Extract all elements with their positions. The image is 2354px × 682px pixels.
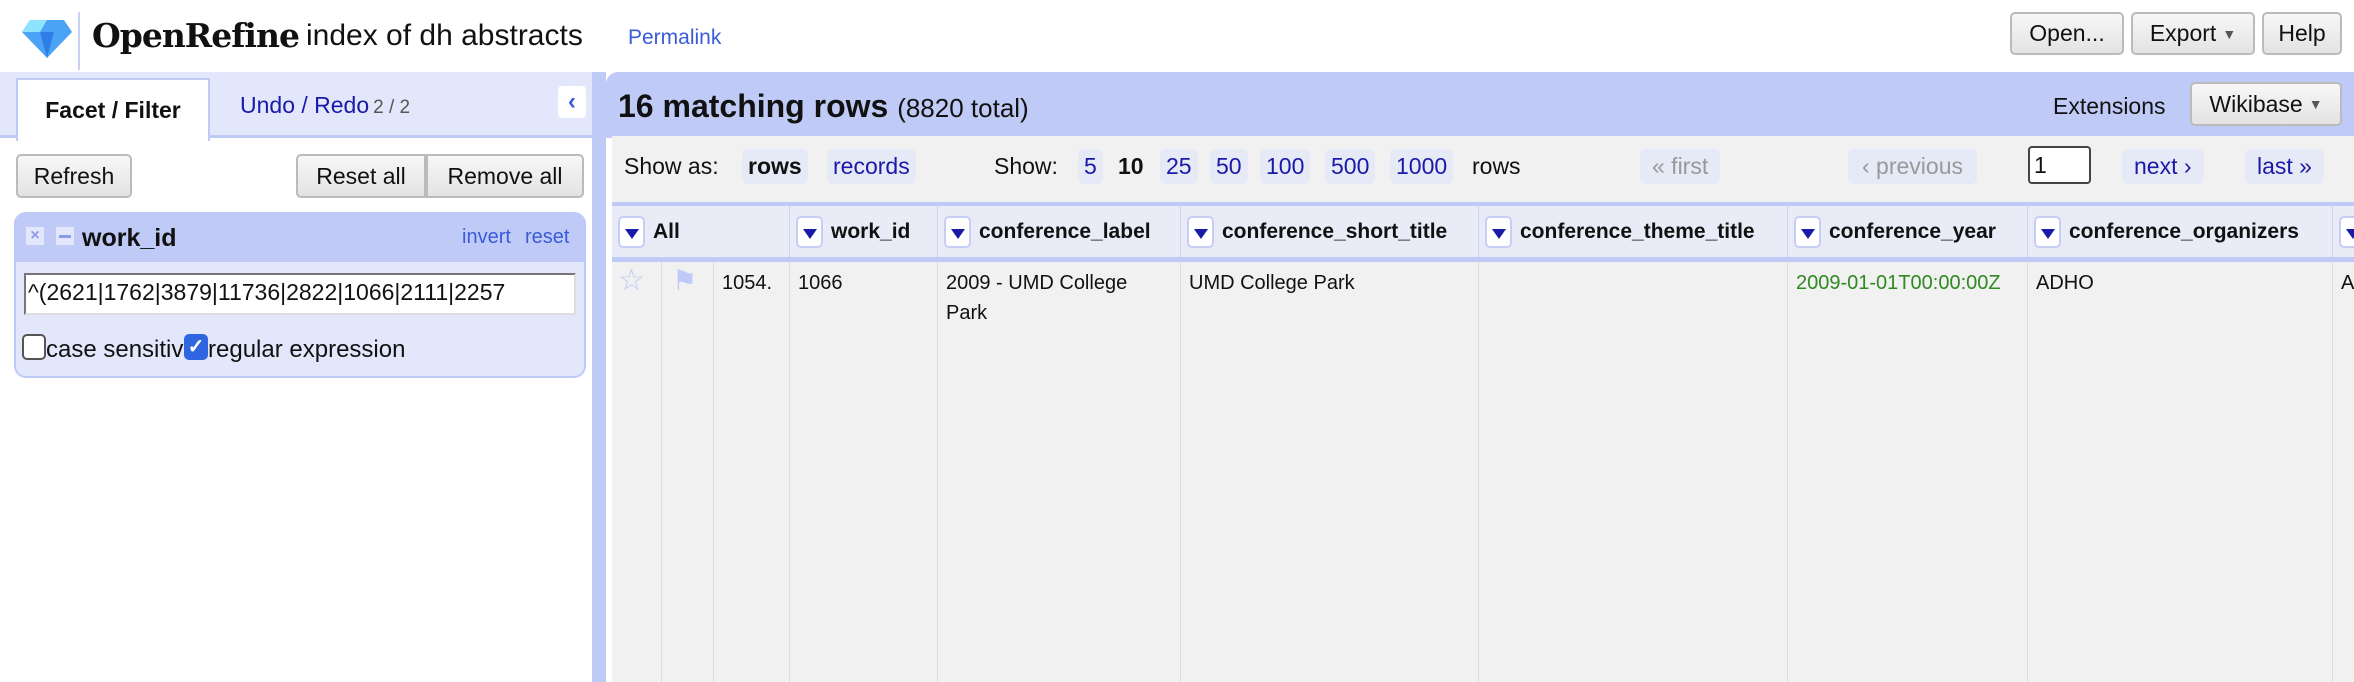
star-icon[interactable]: ☆ (612, 262, 662, 682)
case-sensitive-label: case sensitive (46, 336, 197, 363)
last-page-button[interactable]: last » (2245, 149, 2324, 184)
column-label: conference_year (1829, 219, 1996, 243)
page-size-1000[interactable]: 1000 (1390, 149, 1454, 184)
caret-down-icon: ▼ (2222, 25, 2237, 42)
export-label: Export (2149, 20, 2217, 46)
remove-all-button[interactable]: Remove all (426, 154, 584, 198)
open-label: Open... (2029, 20, 2105, 46)
show-as-rows[interactable]: rows (742, 149, 808, 184)
column-menu-dropdown-icon[interactable] (618, 215, 645, 248)
flag-icon[interactable]: ⚑ (662, 262, 714, 682)
minimize-icon[interactable] (56, 227, 74, 245)
rows-label: rows (1472, 153, 1521, 179)
remove-all-label: Remove all (447, 162, 563, 189)
cell-conference-label[interactable]: 2009 - UMD College Park (938, 262, 1181, 682)
column-menu-dropdown-icon[interactable] (796, 215, 823, 248)
facet-reset-link[interactable]: reset (525, 226, 569, 249)
column-header-conference-short-title[interactable]: conference_short_title (1181, 206, 1479, 257)
column-header-conference-label[interactable]: conference_label (938, 206, 1181, 257)
reset-all-label: Reset all (316, 162, 406, 189)
page-size-100[interactable]: 100 (1260, 149, 1311, 184)
cell-conference-year[interactable]: 2009-01-01T00:00:00Z (1788, 262, 2028, 682)
help-button[interactable]: Help (2262, 12, 2342, 55)
regular-expression-checkbox[interactable]: ✓ (184, 334, 208, 360)
column-header-conference-theme-title[interactable]: conference_theme_title (1479, 206, 1788, 257)
column-menu-dropdown-icon[interactable] (2339, 215, 2354, 248)
column-menu-dropdown-icon[interactable] (1794, 215, 1821, 248)
show-as-label: Show as: (624, 153, 719, 179)
case-sensitive-checkbox[interactable] (22, 334, 46, 360)
column-header-conference-organizers[interactable]: conference_organizers (2028, 206, 2333, 257)
panel-divider (598, 72, 606, 682)
undo-redo-label: Undo / Redo (240, 92, 370, 118)
regular-expression-label: regular expression (208, 336, 406, 363)
total-rows: (8820 total) (897, 93, 1029, 123)
column-label: conference_organizers (2069, 219, 2299, 243)
refresh-button[interactable]: Refresh (16, 154, 132, 198)
facet-title: work_id (82, 224, 177, 252)
column-menu-dropdown-icon[interactable] (944, 215, 971, 248)
row-number: 1054. (714, 262, 790, 682)
page-size-25[interactable]: 25 (1160, 149, 1198, 184)
column-header-next[interactable] (2333, 206, 2354, 257)
close-icon[interactable]: × (26, 227, 44, 245)
first-page-button[interactable]: « first (1640, 149, 1721, 184)
page-size-10[interactable]: 10 (1112, 149, 1150, 184)
column-header-work-id[interactable]: work_id (790, 206, 938, 257)
show-label: Show: (994, 153, 1058, 179)
wikibase-menu-button[interactable]: Wikibase ▼ (2190, 82, 2342, 126)
column-header-conference-year[interactable]: conference_year (1788, 206, 2028, 257)
column-label: conference_short_title (1222, 219, 1448, 243)
cell-conference-short-title[interactable]: UMD College Park (1181, 262, 1479, 682)
column-menu-dropdown-icon[interactable] (2034, 215, 2061, 248)
caret-down-icon: ▼ (2308, 96, 2323, 112)
open-button[interactable]: Open... (2010, 12, 2124, 55)
column-label: work_id (831, 219, 911, 243)
tab-undo-redo[interactable]: Undo / Redo 2 / 2 (240, 92, 410, 119)
column-menu-dropdown-icon[interactable] (1187, 215, 1214, 248)
wikibase-label: Wikibase (2209, 90, 2303, 117)
extensions-label: Extensions (2053, 93, 2166, 119)
cell-work-id[interactable]: 1066 (790, 262, 938, 682)
next-page-button[interactable]: next › (2122, 149, 2204, 184)
reset-all-button[interactable]: Reset all (296, 154, 426, 198)
cell-next-column[interactable]: A (2333, 262, 2354, 682)
previous-page-button[interactable]: ‹ previous (1848, 149, 1977, 184)
filter-text-input[interactable]: ^(2621|1762|3879|11736|2822|1066|2111|22… (24, 273, 576, 315)
export-button[interactable]: Export ▼ (2131, 12, 2255, 55)
cell-conference-theme-title[interactable] (1479, 262, 1788, 682)
row-summary: 16 matching rows (8820 total) (618, 88, 1029, 125)
page-size-5[interactable]: 5 (1078, 149, 1103, 184)
page-size-50[interactable]: 50 (1210, 149, 1248, 184)
page-number-input[interactable]: 1 (2028, 146, 2091, 184)
cell-conference-organizers[interactable]: ADHO (2028, 262, 2333, 682)
column-label: All (653, 219, 680, 243)
help-label: Help (2278, 20, 2326, 46)
refresh-label: Refresh (33, 162, 115, 189)
app-name: OpenRefine (92, 16, 300, 55)
column-label: conference_theme_title (1520, 219, 1755, 243)
column-label: conference_label (979, 219, 1151, 243)
column-header-all[interactable]: All (612, 206, 790, 257)
column-menu-dropdown-icon[interactable] (1485, 215, 1512, 248)
project-name[interactable]: index of dh abstracts (306, 19, 583, 53)
facet-invert-link[interactable]: invert (462, 226, 511, 249)
undo-count: 2 / 2 (373, 97, 411, 118)
matching-rows: 16 matching rows (618, 88, 889, 124)
collapse-panel-chevron-left-icon[interactable]: ‹ (558, 86, 586, 118)
tab-facet-filter[interactable]: Facet / Filter (16, 78, 210, 141)
permalink-link[interactable]: Permalink (628, 26, 721, 50)
openrefine-diamond-logo (22, 20, 72, 58)
show-as-records[interactable]: records (827, 149, 916, 184)
logo-divider (78, 12, 80, 70)
page-size-500[interactable]: 500 (1325, 149, 1376, 184)
